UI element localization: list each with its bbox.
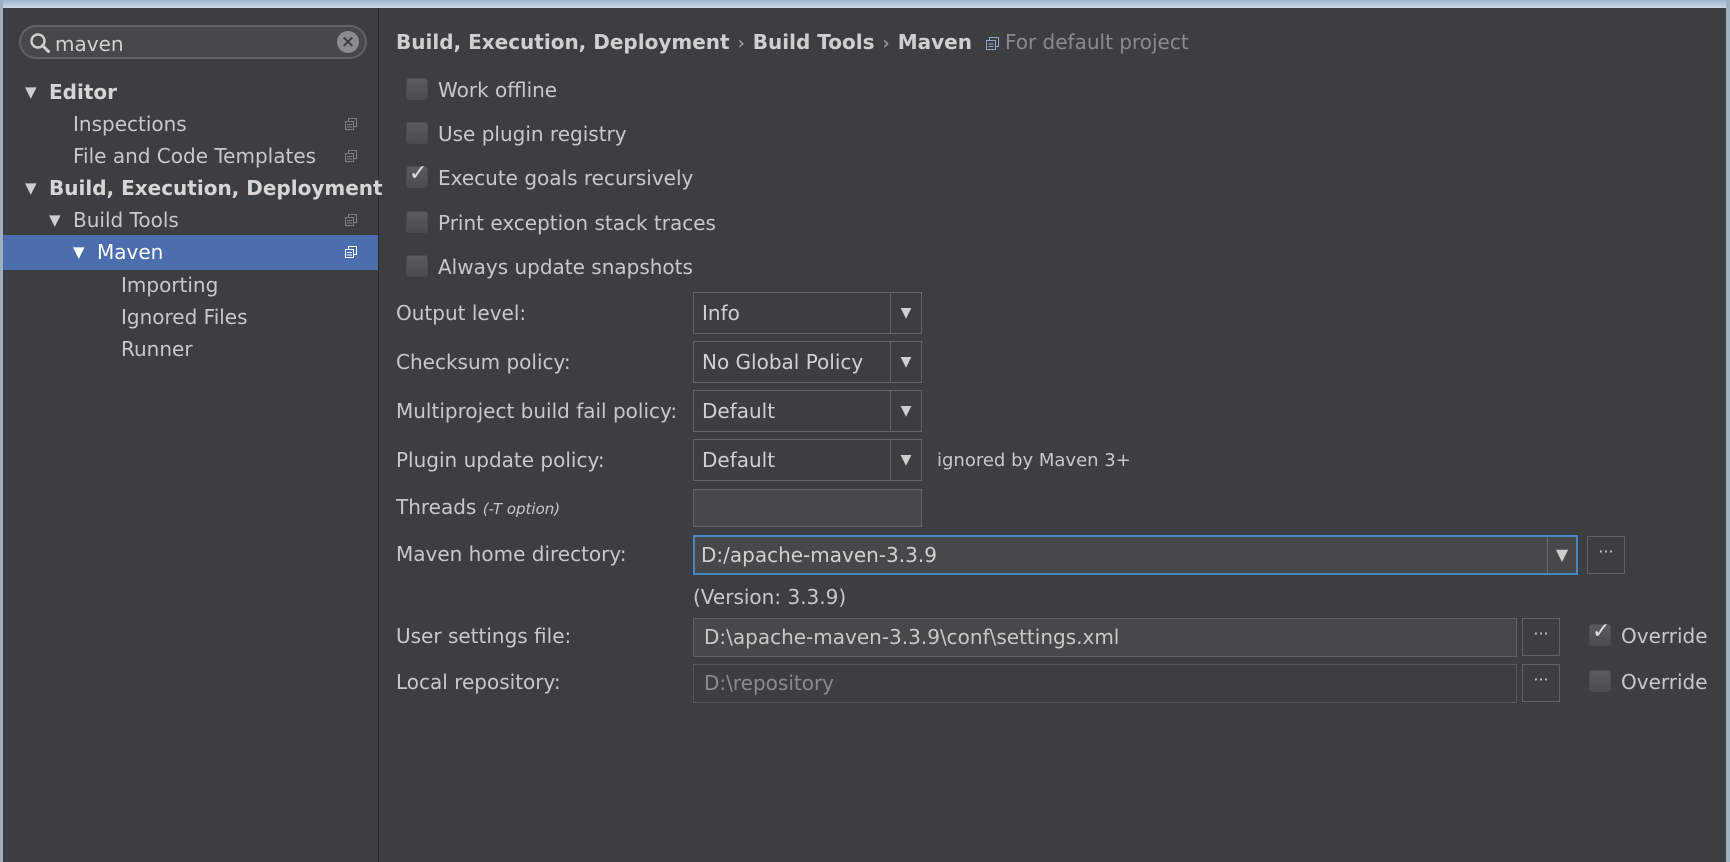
execute-recursively-checkbox[interactable]: ✓ [406,161,428,188]
maven-home-browse-button[interactable]: ··· [1587,536,1625,574]
plugin-update-value: Default [702,448,776,472]
checksum-policy-label: Checksum policy: [396,350,571,374]
dropdown-arrow-icon[interactable]: ▼ [1547,537,1576,573]
local-repo-value: D:\repository [704,671,835,695]
checkmark-icon: ✓ [1592,619,1611,644]
breadcrumb-item: Maven [897,30,972,54]
breadcrumb: Build, Execution, Deployment › Build Tools… [396,30,1189,54]
threads-input[interactable] [693,489,922,527]
fail-policy-dropdown[interactable]: Default ▼ [693,390,922,432]
work-offline-checkbox[interactable] [406,78,428,100]
checkbox-label: Always update snapshots [438,255,693,279]
dropdown-arrow-icon[interactable]: ▼ [890,391,921,431]
scope-label: For default project [1004,30,1189,54]
checkmark-icon: ✓ [409,161,428,186]
tree-item-ignored-files[interactable]: Ignored Files [3,300,378,335]
plugin-update-dropdown[interactable]: Default ▼ [693,439,922,481]
tree-item-maven[interactable]: ▼ Maven [3,235,378,270]
tree-item-label: Ignored Files [121,305,248,329]
maven-version: (Version: 3.3.9) [693,585,847,609]
search-field[interactable]: maven × [19,25,367,59]
search-icon [30,33,50,53]
tree-item-file-and-code-templates[interactable]: File and Code Templates [3,139,378,174]
expand-arrow-icon[interactable]: ▼ [49,203,61,238]
tree-item-label: File and Code Templates [73,144,317,168]
plugin-registry-checkbox[interactable] [406,122,428,144]
output-level-dropdown[interactable]: Info ▼ [693,292,922,334]
dropdown-arrow-icon[interactable]: ▼ [890,293,921,333]
output-level-label: Output level: [396,301,527,325]
tree-item-importing[interactable]: Importing [3,268,378,303]
tree-item-label: Build, Execution, Deployment [49,176,383,200]
settings-panel: Build, Execution, Deployment › Build Tools… [380,8,1726,862]
project-icon [345,246,357,258]
user-settings-value: D:\apache-maven-3.3.9\conf\settings.xml [704,625,1120,649]
maven-home-combo[interactable]: D:/apache-maven-3.3.9 ▼ [693,535,1578,575]
tree-item-label: Build Tools [73,208,179,232]
user-settings-browse-button[interactable]: ··· [1522,618,1560,656]
threads-label-text: Threads [396,495,477,519]
checkbox-label: Execute goals recursively [438,166,694,190]
print-stack-traces-checkbox[interactable] [406,211,428,233]
tree-item-label: Importing [121,273,219,297]
tree-item-label: Maven [97,240,164,264]
breadcrumb-separator: › [882,33,890,54]
expand-arrow-icon[interactable]: ▼ [25,171,37,206]
tree-item-label: Runner [121,337,193,361]
settings-sidebar: maven × ▼ Editor Inspections File and Code … [3,8,383,862]
tree-item-build-tools[interactable]: ▼ Build Tools [3,203,378,238]
search-input[interactable]: maven [55,32,124,56]
plugin-update-label: Plugin update policy: [396,448,605,472]
tree-item-label: Inspections [73,112,187,136]
dropdown-arrow-icon[interactable]: ▼ [890,342,921,382]
window-frame-top [0,0,1730,8]
dropdown-arrow-icon[interactable]: ▼ [890,440,921,480]
local-repo-input[interactable]: D:\repository [693,664,1517,703]
update-snapshots-checkbox[interactable] [406,255,428,277]
maven-home-value: D:/apache-maven-3.3.9 [701,543,937,567]
window-frame-right [1726,0,1730,862]
breadcrumb-item: Build Tools [752,30,875,54]
tree-item-inspections[interactable]: Inspections [3,107,378,142]
checkbox-label: Override [1621,624,1708,648]
tree-item-label: Editor [49,80,117,104]
project-icon [345,214,357,226]
expand-arrow-icon[interactable]: ▼ [25,75,37,110]
local-repo-override-checkbox[interactable] [1589,670,1611,692]
expand-arrow-icon[interactable]: ▼ [73,235,85,270]
output-level-value: Info [702,301,740,325]
local-repo-browse-button[interactable]: ··· [1522,664,1560,702]
tree-item-build-execution-deployment[interactable]: ▼ Build, Execution, Deployment [3,171,383,206]
user-settings-label: User settings file: [396,624,572,648]
project-icon [345,150,357,162]
user-settings-override-checkbox[interactable]: ✓ [1589,619,1611,646]
project-icon [345,118,357,130]
fail-policy-value: Default [702,399,776,423]
fail-policy-label: Multiproject build fail policy: [396,399,678,423]
tree-item-editor[interactable]: ▼ Editor [3,75,378,110]
tree-item-runner[interactable]: Runner [3,332,378,367]
checkbox-label: Override [1621,670,1708,694]
clear-icon[interactable]: × [337,31,359,53]
breadcrumb-item: Build, Execution, Deployment [396,30,730,54]
plugin-update-note: ignored by Maven 3+ [937,450,1131,471]
checkbox-label: Print exception stack traces [438,211,716,235]
breadcrumb-separator: › [737,33,745,54]
local-repo-label: Local repository: [396,670,561,694]
threads-label: Threads (-T option) [396,492,560,524]
project-icon [985,37,999,50]
threads-hint: (-T option) [482,500,561,518]
maven-home-label: Maven home directory: [396,542,627,566]
checkbox-label: Use plugin registry [438,122,627,146]
checksum-policy-value: No Global Policy [702,350,864,374]
checkbox-label: Work offline [438,78,558,102]
user-settings-input[interactable]: D:\apache-maven-3.3.9\conf\settings.xml [693,618,1517,657]
checksum-policy-dropdown[interactable]: No Global Policy ▼ [693,341,922,383]
